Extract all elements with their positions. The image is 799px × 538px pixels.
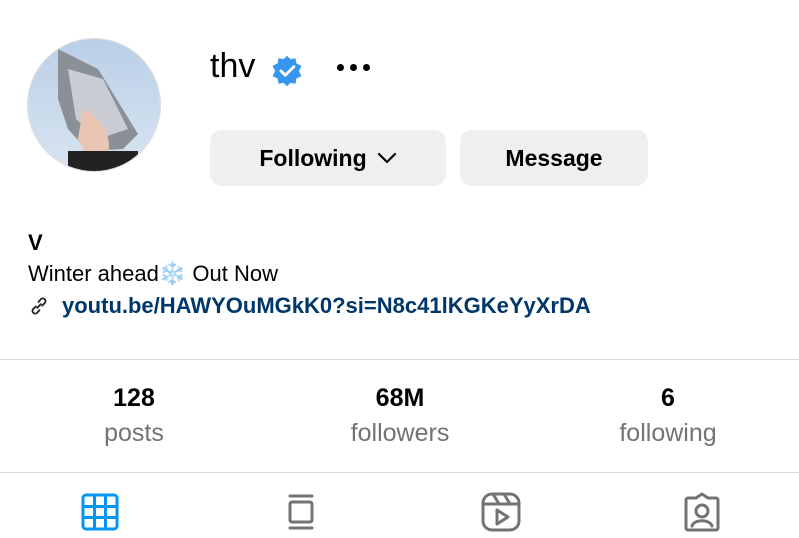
profile-avatar[interactable]: [27, 38, 161, 172]
more-dot-icon: [336, 63, 344, 71]
stat-posts-value: 128: [113, 384, 155, 412]
message-button[interactable]: Message: [460, 130, 648, 186]
tab-tagged[interactable]: [680, 490, 724, 534]
tagged-icon: [684, 492, 720, 532]
stat-followers[interactable]: 68M followers: [300, 380, 500, 450]
tab-feed[interactable]: [279, 490, 323, 534]
message-button-label: Message: [505, 144, 603, 171]
link-icon: [31, 297, 47, 315]
more-options-button[interactable]: [330, 52, 376, 82]
bio-link[interactable]: youtu.be/HAWYOuMGkK0?si=N8c41lKGKeYyXrDA: [28, 293, 591, 319]
verified-badge-icon: [272, 55, 302, 87]
divider: [0, 359, 799, 360]
stat-following[interactable]: 6 following: [568, 380, 768, 450]
stat-posts[interactable]: 128 posts: [34, 380, 234, 450]
stat-posts-label: posts: [104, 419, 164, 447]
avatar-image: [28, 39, 160, 171]
following-button[interactable]: Following: [210, 130, 446, 186]
snowflake-icon: ❄️: [158, 261, 187, 286]
following-button-label: Following: [259, 144, 367, 171]
stat-followers-label: followers: [350, 419, 450, 447]
username: thv: [210, 47, 256, 85]
stat-followers-value: 68M: [375, 384, 425, 412]
divider: [0, 472, 799, 473]
reels-icon: [481, 492, 521, 532]
tab-reels[interactable]: [479, 490, 523, 534]
feed-icon: [288, 494, 314, 530]
chevron-down-icon: [377, 152, 396, 164]
grid-icon: [81, 493, 119, 531]
bio-text: Winter ahead❄️ Out Now: [28, 261, 278, 287]
more-dot-icon: [362, 63, 370, 71]
bio-link-text[interactable]: youtu.be/HAWYOuMGkK0?si=N8c41lKGKeYyXrDA: [62, 293, 591, 319]
more-dot-icon: [349, 63, 357, 71]
tab-posts-grid[interactable]: [78, 490, 122, 534]
display-name: V: [28, 230, 43, 255]
stat-following-value: 6: [661, 384, 675, 412]
bio-main: Winter ahead: [28, 261, 159, 286]
stat-following-label: following: [619, 419, 717, 447]
bio-suffix: Out Now: [186, 261, 278, 286]
